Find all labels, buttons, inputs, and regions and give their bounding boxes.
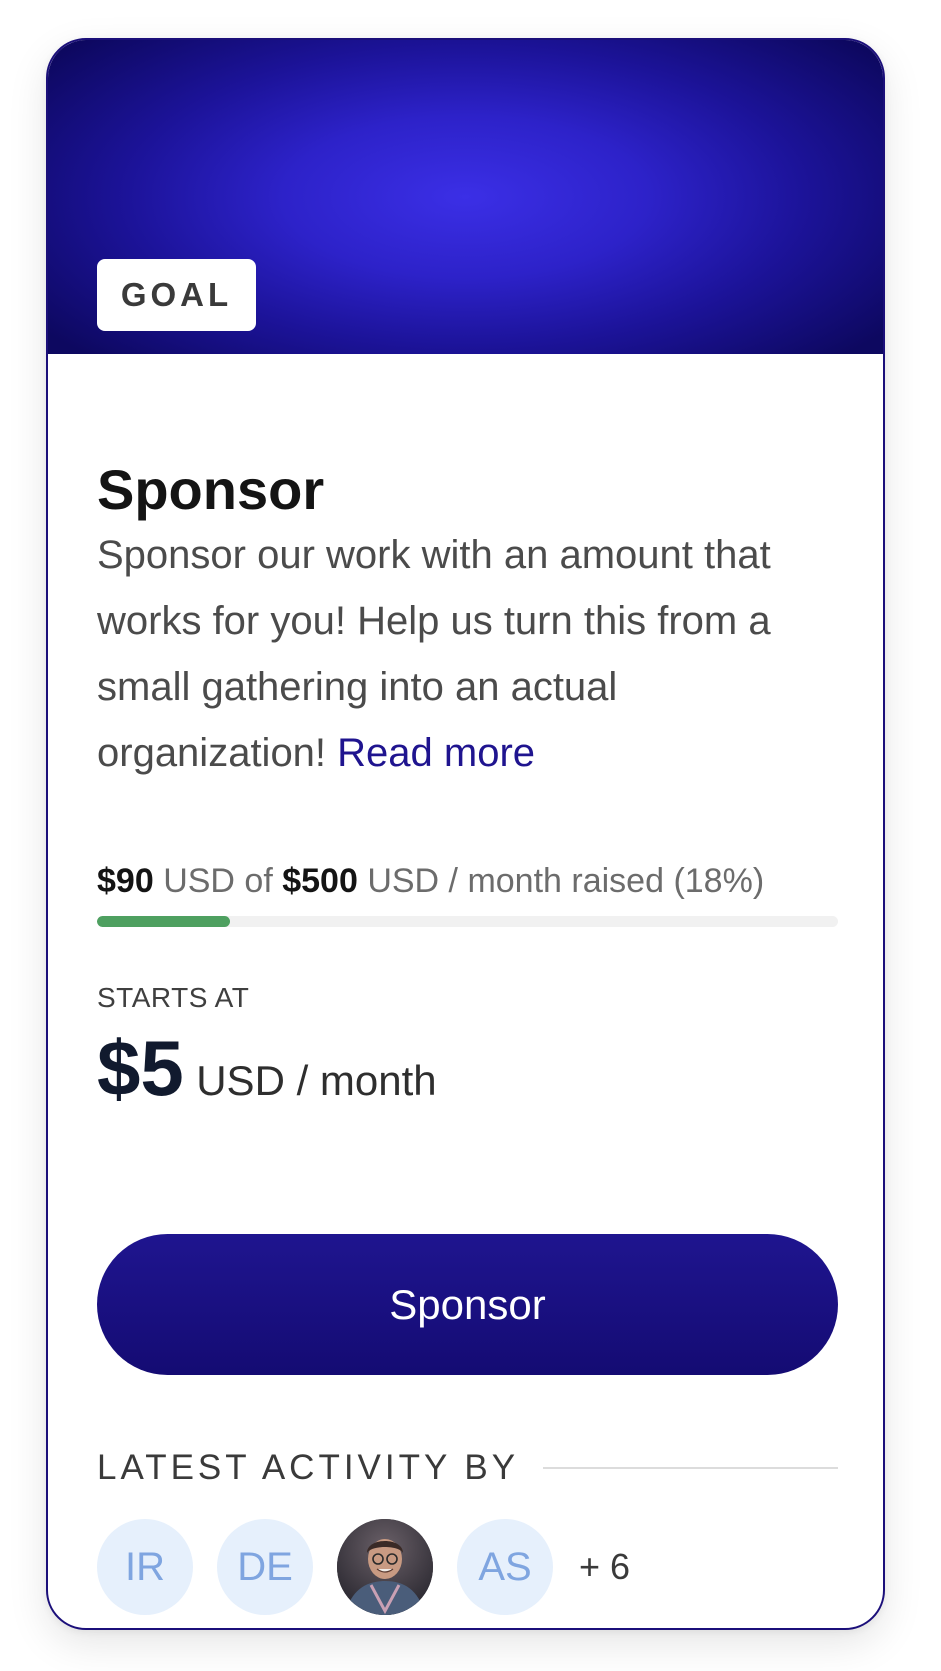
goal-progress-bar — [97, 916, 838, 927]
raised-currency: USD of — [163, 862, 273, 900]
goal-progress-text: $90 USD of $500 USD / month raised (18%) — [97, 864, 764, 898]
raised-amount: $90 — [97, 862, 154, 900]
read-more-link[interactable]: Read more — [337, 731, 535, 775]
tier-title: Sponsor — [97, 458, 325, 521]
latest-activity-header: LATEST ACTIVITY BY — [97, 1450, 838, 1485]
target-amount: $500 — [282, 862, 358, 900]
price-row: $5 USD / month — [97, 1029, 437, 1107]
contributor-photo-icon — [337, 1519, 433, 1615]
avatar-photo[interactable] — [337, 1519, 433, 1615]
price-unit: USD / month — [196, 1057, 437, 1104]
latest-activity-label: LATEST ACTIVITY BY — [97, 1448, 520, 1487]
avatar-ir[interactable]: IR — [97, 1519, 193, 1615]
price-amount: $5 — [97, 1024, 184, 1112]
goal-progress-fill — [97, 916, 231, 927]
sponsor-button[interactable]: Sponsor — [97, 1234, 838, 1375]
contributor-avatars: IR DE AS + 6 — [97, 1519, 630, 1615]
tier-card: GOAL Sponsor Sponsor our work with an am… — [46, 38, 885, 1630]
avatar-as[interactable]: AS — [457, 1519, 553, 1615]
tier-description: Sponsor our work with an amount that wor… — [97, 522, 838, 786]
goal-badge: GOAL — [97, 259, 256, 331]
more-contributors-count[interactable]: + 6 — [579, 1546, 630, 1588]
goal-suffix: USD / month raised (18%) — [367, 862, 765, 900]
activity-divider — [543, 1466, 838, 1469]
avatar-de[interactable]: DE — [217, 1519, 313, 1615]
starts-at-label: STARTS AT — [97, 982, 250, 1013]
